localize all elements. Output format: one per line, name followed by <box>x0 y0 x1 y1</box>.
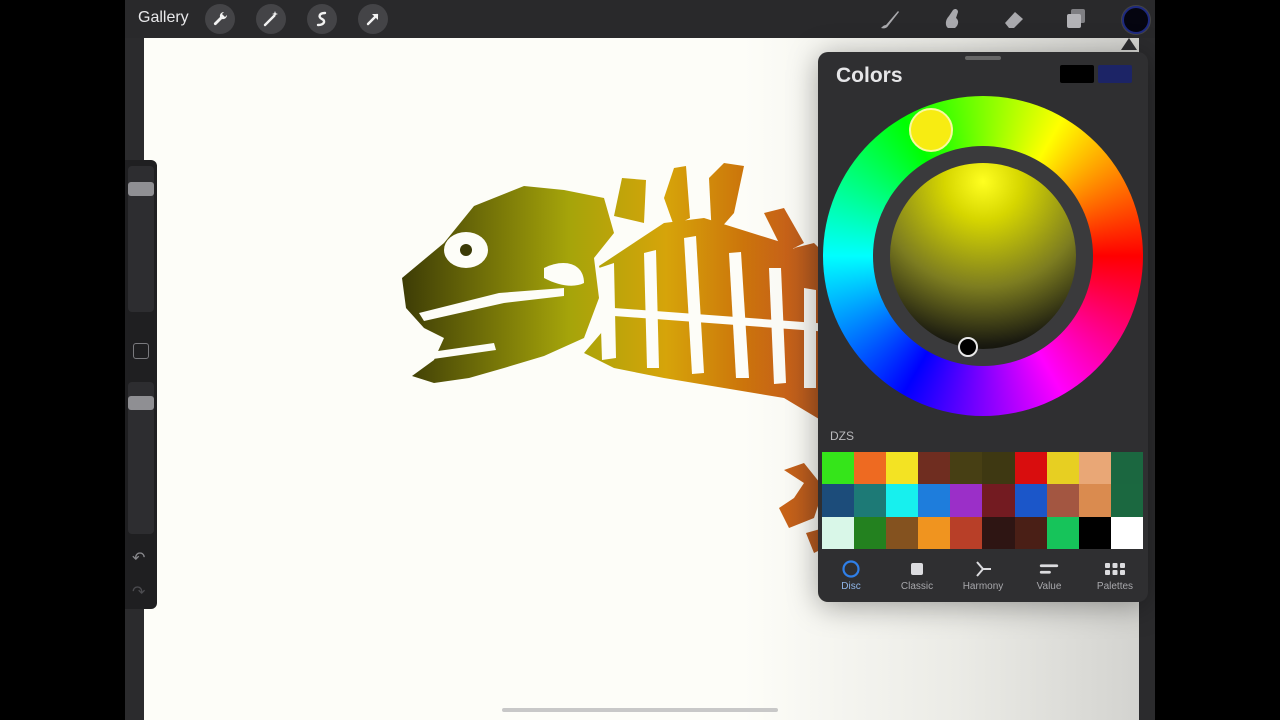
tab-palettes-label: Palettes <box>1096 581 1134 592</box>
palette-swatch[interactable] <box>918 484 951 517</box>
color-disc[interactable] <box>823 96 1143 416</box>
palette-swatch[interactable] <box>886 484 919 517</box>
left-sidebar: ↶ ↷ <box>125 160 157 609</box>
palette-swatch[interactable] <box>982 516 1015 549</box>
classic-square-icon <box>911 563 923 575</box>
disc-icon <box>842 560 860 578</box>
top-toolbar: Gallery <box>125 0 1155 38</box>
palette-swatch[interactable] <box>822 516 855 549</box>
palette-swatch[interactable] <box>1078 516 1111 549</box>
palette-swatch[interactable] <box>950 516 983 549</box>
selection-button[interactable] <box>307 4 337 34</box>
redo-icon[interactable]: ↷ <box>132 582 145 602</box>
palette-swatch[interactable] <box>1046 516 1079 549</box>
tab-disc-label: Disc <box>841 581 861 592</box>
palette-swatch[interactable] <box>822 452 855 485</box>
palette-swatch[interactable] <box>918 452 951 485</box>
eraser-icon[interactable] <box>1001 6 1027 32</box>
palette-swatch[interactable] <box>854 516 887 549</box>
brush-size-thumb[interactable] <box>128 181 154 196</box>
palette-swatch[interactable] <box>1110 516 1143 549</box>
brightness-picker-knob[interactable] <box>958 337 978 357</box>
selection-icon <box>316 11 327 27</box>
palette-swatch[interactable] <box>886 516 919 549</box>
palette-grid <box>822 452 1143 549</box>
magic-wand-icon <box>263 11 278 27</box>
palette-swatch[interactable] <box>822 484 855 517</box>
palette-swatch[interactable] <box>854 484 887 517</box>
transform-arrow-icon <box>366 13 379 26</box>
actions-wrench-button[interactable] <box>205 4 235 34</box>
brush-size-slider[interactable] <box>128 166 154 312</box>
color-mode-tabs: Disc Classic Harmony Value Palettes <box>818 552 1148 602</box>
palette-swatch[interactable] <box>1078 452 1111 485</box>
palette-swatch[interactable] <box>1046 484 1079 517</box>
wrench-icon <box>213 11 228 26</box>
palettes-grid-icon <box>1105 563 1125 575</box>
transform-button[interactable] <box>358 4 388 34</box>
brush-icon[interactable] <box>877 6 903 32</box>
opacity-slider[interactable] <box>128 382 154 534</box>
tab-harmony-label: Harmony <box>962 581 1004 592</box>
value-sliders-icon <box>1039 564 1059 574</box>
layers-icon[interactable] <box>1063 6 1089 32</box>
colors-panel: Colors DZS Disc Classic Harmony Value Pa… <box>818 52 1148 602</box>
palette-swatch[interactable] <box>854 452 887 485</box>
undo-icon[interactable]: ↶ <box>132 548 145 568</box>
palette-swatch[interactable] <box>1046 452 1079 485</box>
gallery-button[interactable]: Gallery <box>138 9 189 27</box>
adjustments-button[interactable] <box>256 4 286 34</box>
tab-palettes[interactable]: Palettes <box>1082 552 1148 602</box>
tab-harmony[interactable]: Harmony <box>950 552 1016 602</box>
harmony-icon <box>976 561 991 577</box>
palette-name: DZS <box>830 429 854 443</box>
panel-grabber[interactable] <box>965 56 1001 60</box>
home-indicator <box>502 708 778 712</box>
tab-disc[interactable]: Disc <box>818 552 884 602</box>
palette-swatch[interactable] <box>982 452 1015 485</box>
palette-swatch[interactable] <box>950 484 983 517</box>
primary-color-swatch[interactable] <box>1060 65 1094 83</box>
palette-swatch[interactable] <box>1014 452 1047 485</box>
popover-arrow <box>1121 38 1137 50</box>
tab-classic[interactable]: Classic <box>884 552 950 602</box>
palette-swatch[interactable] <box>950 452 983 485</box>
hue-picker-knob[interactable] <box>909 108 953 152</box>
modify-button[interactable] <box>133 343 149 359</box>
palette-swatch[interactable] <box>1110 484 1143 517</box>
palette-swatch[interactable] <box>886 452 919 485</box>
palette-swatch[interactable] <box>1014 484 1047 517</box>
palette-swatch[interactable] <box>1110 452 1143 485</box>
palette-swatch[interactable] <box>918 516 951 549</box>
smudge-icon[interactable] <box>939 6 965 32</box>
opacity-thumb[interactable] <box>128 395 154 410</box>
panel-title: Colors <box>836 64 903 87</box>
saturation-brightness-disc[interactable] <box>890 163 1076 349</box>
palette-swatch[interactable] <box>1014 516 1047 549</box>
palette-swatch[interactable] <box>982 484 1015 517</box>
current-color-button[interactable] <box>1122 6 1150 34</box>
palette-swatch[interactable] <box>1078 484 1111 517</box>
tab-value[interactable]: Value <box>1016 552 1082 602</box>
tab-classic-label: Classic <box>900 581 934 592</box>
tab-value-label: Value <box>1036 581 1062 592</box>
secondary-color-swatch[interactable] <box>1098 65 1132 83</box>
